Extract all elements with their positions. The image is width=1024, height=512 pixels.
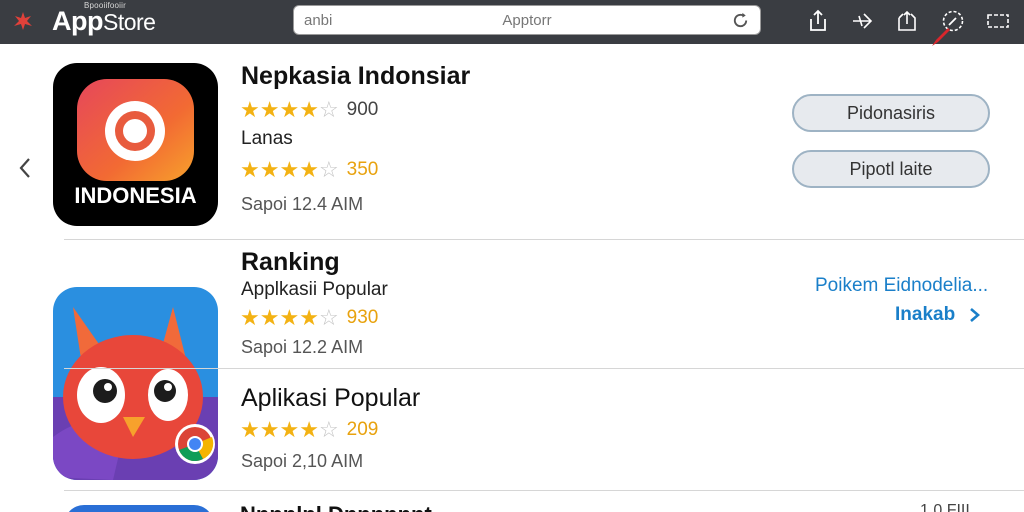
tabs-icon[interactable] xyxy=(986,9,1010,33)
star-icon: ★ xyxy=(299,305,319,330)
star-rating: ★ ★ ★ ★ ☆ 900 xyxy=(240,98,378,122)
send-icon[interactable] xyxy=(850,9,874,33)
back-chevron-icon[interactable] xyxy=(15,155,35,181)
star-rating: ★ ★ ★ ★ ☆ 930 xyxy=(240,306,378,330)
star-icon: ★ xyxy=(240,417,260,442)
star-empty-icon: ☆ xyxy=(318,417,339,442)
star-rating: ★ ★ ★ ★ ☆ 350 xyxy=(240,158,378,182)
app-meta: Sapoi 2,10 AIM xyxy=(241,451,364,471)
mouse-cursor-icon xyxy=(932,28,950,46)
star-icon: ★ xyxy=(240,97,260,122)
star-empty-icon: ☆ xyxy=(318,97,339,122)
app-icon-indonesia[interactable]: INDONESIA xyxy=(53,63,218,226)
star-icon: ★ xyxy=(279,157,300,182)
rating-count: 930 xyxy=(346,307,379,328)
search-placeholder: Apptorr xyxy=(502,12,552,29)
star-icon: ★ xyxy=(259,305,280,330)
app-icon-fox[interactable] xyxy=(53,287,218,480)
app-title-partial[interactable]: Nnnnlnl Dnnnnnnt xyxy=(240,502,432,512)
reload-icon[interactable] xyxy=(731,11,750,30)
chevron-right-icon xyxy=(970,307,981,322)
see-all-link[interactable]: Poikem Eidnodelia... xyxy=(815,275,988,297)
app-store-logo-icon[interactable] xyxy=(10,8,36,34)
app-icon-label: INDONESIA xyxy=(74,183,197,208)
more-link[interactable]: Inakab xyxy=(895,304,982,326)
section-title: Ranking xyxy=(241,248,340,276)
star-empty-icon: ☆ xyxy=(318,305,339,330)
app-meta: Sapoi 12.4 AIM xyxy=(241,194,364,214)
app-subtitle: Lanas xyxy=(241,128,293,149)
divider xyxy=(64,239,1024,240)
star-icon: ★ xyxy=(259,157,280,182)
rating-count: 209 xyxy=(346,419,379,440)
divider xyxy=(64,368,1024,369)
divider xyxy=(64,490,1024,491)
star-icon: ★ xyxy=(299,157,319,182)
rating-count: 900 xyxy=(346,99,379,120)
star-icon: ★ xyxy=(259,417,280,442)
top-bar: Bpooiifooiir AppStore anbi Apptorr xyxy=(0,0,1024,44)
star-icon: ★ xyxy=(259,97,280,122)
app-subtitle: Applkasii Popular xyxy=(241,279,388,300)
star-empty-icon: ☆ xyxy=(318,157,339,182)
app-meta: Sapoi 12.2 AIM xyxy=(241,337,364,357)
star-rating: ★ ★ ★ ★ ☆ 209 xyxy=(240,418,378,442)
upload-icon[interactable] xyxy=(895,9,919,33)
star-icon: ★ xyxy=(279,417,300,442)
fox-mascot-icon xyxy=(53,307,218,480)
brand-title[interactable]: AppStore xyxy=(52,6,156,37)
star-icon: ★ xyxy=(240,157,260,182)
star-icon: ★ xyxy=(299,417,319,442)
rating-count: 350 xyxy=(346,159,379,180)
partial-meta: 1 0 FIII xyxy=(920,502,970,512)
app-title[interactable]: Nepkasia Indonsiar xyxy=(241,62,470,91)
star-icon: ★ xyxy=(240,305,260,330)
app-title[interactable]: Aplikasi Popular xyxy=(241,384,420,413)
share-icon[interactable] xyxy=(806,9,830,33)
camera-logo-icon xyxy=(77,79,194,181)
star-icon: ★ xyxy=(299,97,319,122)
brand-app-label: App xyxy=(52,6,103,36)
star-icon: ★ xyxy=(279,305,300,330)
primary-action-button[interactable]: Pidonasiris xyxy=(792,94,990,132)
app-icon-partial[interactable] xyxy=(64,505,214,512)
star-icon: ★ xyxy=(279,97,300,122)
brand-store-label: Store xyxy=(102,9,156,35)
secondary-action-button[interactable]: Pipotl laite xyxy=(792,150,990,188)
search-input[interactable]: anbi Apptorr xyxy=(293,5,761,35)
more-link-label: Inakab xyxy=(895,304,956,325)
